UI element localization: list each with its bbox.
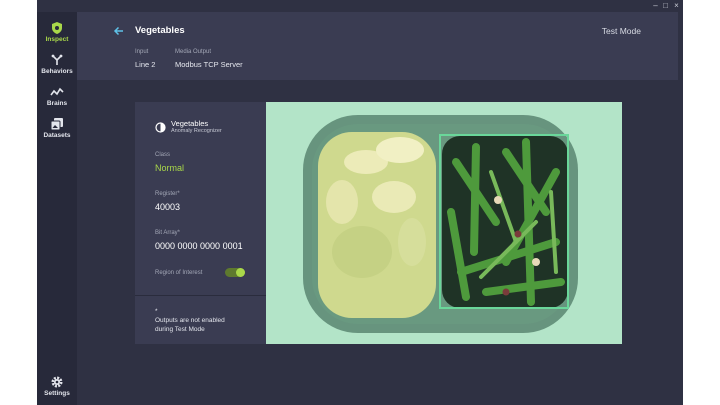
recognizer-subtitle: Anomaly Recognizer — [171, 128, 222, 134]
region-of-interest-box — [439, 134, 569, 309]
inspection-card: Vegetables Anomaly Recognizer Class Norm… — [135, 102, 266, 344]
bit-array-value: 0000 0000 0000 0001 — [155, 241, 243, 251]
sidebar-item-label: Settings — [44, 390, 70, 397]
roi-label: Region of Interest — [155, 270, 203, 276]
app-window: – □ × Inspect Behaviors Brains Datasets … — [37, 0, 683, 405]
page-header: Vegetables Test Mode Input Line 2 Media … — [77, 12, 678, 80]
sidebar-item-brains[interactable]: Brains — [37, 85, 77, 107]
sidebar-item-settings[interactable]: Settings — [37, 375, 77, 397]
maximize-button[interactable]: □ — [661, 1, 670, 10]
image-stack-icon — [50, 118, 63, 131]
media-output-value: Modbus TCP Server — [175, 60, 243, 69]
register-value: 40003 — [155, 202, 181, 212]
pulse-icon — [50, 87, 64, 96]
recognizer-title: Vegetables — [171, 119, 209, 128]
note-line-2: during Test Mode — [155, 326, 205, 333]
sidebar-item-label: Brains — [46, 100, 68, 107]
sidebar-item-datasets[interactable]: Datasets — [37, 117, 77, 139]
minimize-button[interactable]: – — [651, 1, 660, 10]
class-value: Normal — [155, 163, 185, 173]
sidebar-item-behaviors[interactable]: Behaviors — [37, 53, 77, 75]
sidebar: Inspect Behaviors Brains Datasets Settin… — [37, 12, 77, 405]
title-bar: – □ × — [37, 0, 683, 12]
input-value: Line 2 — [135, 60, 156, 69]
media-output-label: Media Output — [175, 49, 212, 55]
note-line-1: Outputs are not enabled — [155, 317, 225, 324]
inspection-image — [266, 102, 622, 344]
sidebar-item-inspect[interactable]: Inspect — [37, 21, 77, 43]
sidebar-item-label: Inspect — [45, 36, 69, 43]
input-label: Input — [135, 49, 149, 55]
class-label: Class — [155, 152, 171, 158]
roi-toggle-knob — [236, 268, 245, 277]
roi-toggle[interactable] — [225, 268, 245, 277]
shield-icon — [52, 22, 62, 34]
gear-icon — [51, 376, 63, 388]
close-button[interactable]: × — [672, 1, 681, 10]
note-asterisk: * — [155, 308, 158, 315]
back-arrow-icon[interactable] — [113, 25, 125, 37]
mode-label: Test Mode — [601, 26, 641, 36]
page-title: Vegetables — [135, 25, 185, 36]
branch-icon — [51, 54, 63, 65]
bit-array-label: Bit Array* — [155, 230, 181, 236]
sidebar-item-label: Behaviors — [41, 68, 73, 75]
recognizer-icon — [155, 122, 166, 133]
sidebar-item-label: Datasets — [43, 132, 71, 139]
card-divider — [135, 295, 266, 296]
register-label: Register* — [155, 191, 180, 197]
